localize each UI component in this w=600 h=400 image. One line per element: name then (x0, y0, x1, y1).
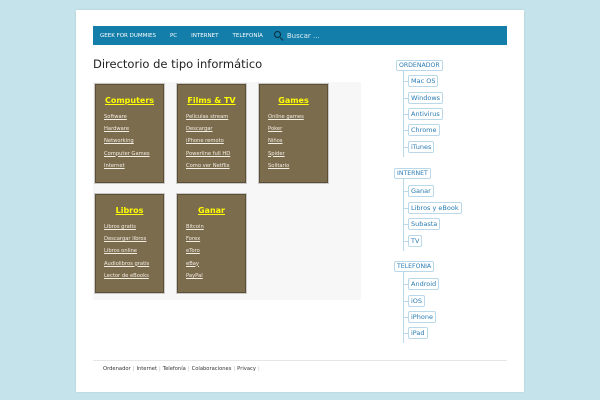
card-link[interactable]: Software (104, 114, 163, 126)
card-link[interactable]: Computer Games (104, 151, 163, 163)
card-link[interactable]: PayPal (186, 273, 245, 285)
card-link[interactable]: Networking (104, 138, 163, 150)
tree-category-telefonia[interactable]: TELEFONIA (394, 261, 435, 272)
tree-category-internet[interactable]: INTERNET (394, 168, 431, 179)
footer-separator: | (257, 366, 260, 372)
footer-link-internet[interactable]: Internet (134, 366, 159, 372)
directory-card-computers: Computers Software Hardware Networking C… (95, 84, 164, 183)
tree-item-ganar[interactable]: Ganar (408, 185, 434, 197)
nav-item-internet[interactable]: INTERNET (184, 33, 225, 39)
card-link[interactable]: Online games (268, 114, 327, 126)
tree-item-ios[interactable]: iOS (408, 295, 426, 307)
tree-item-antivirus[interactable]: Antivirus (408, 108, 443, 120)
tree-item-tv[interactable]: TV (408, 235, 423, 247)
card-link[interactable]: Libros online (104, 248, 163, 260)
directory-grid: Computers Software Hardware Networking C… (93, 82, 361, 300)
tree-item-mac-os[interactable]: Mac OS (408, 75, 439, 87)
card-link[interactable]: Películas stream (186, 114, 245, 126)
search-icon[interactable] (273, 31, 284, 42)
footer-link-privacy[interactable]: Privacy (235, 366, 258, 372)
nav-item-geek-for-dummies[interactable]: GEEK FOR DUMMIES (93, 33, 163, 39)
card-title-link[interactable]: Libros (96, 206, 163, 215)
tree-item-iphone[interactable]: iPhone (408, 311, 436, 323)
tree-item-ipad[interactable]: iPad (408, 327, 428, 339)
page-container: GEEK FOR DUMMIES PC INTERNET TELEFONÍA B… (76, 10, 524, 392)
card-title-link[interactable]: Ganar (178, 206, 245, 215)
tree-item-subasta[interactable]: Subasta (408, 218, 441, 230)
tree-item-libros-ebook[interactable]: Libros y eBook (408, 202, 462, 214)
directory-card-ganar: Ganar Bitcoin Forex eToro eBay PayPal (177, 194, 246, 293)
card-link[interactable]: Bitcoin (186, 224, 245, 236)
card-link[interactable]: Poker (268, 126, 327, 138)
card-link[interactable]: Solitario (268, 163, 327, 175)
card-link[interactable]: Niños (268, 138, 327, 150)
card-link[interactable]: Lector de eBooks (104, 273, 163, 285)
card-link[interactable]: Internet (104, 163, 163, 175)
card-link[interactable]: Spider (268, 151, 327, 163)
card-link[interactable]: Descargar libros (104, 236, 163, 248)
nav-item-telefonia[interactable]: TELEFONÍA (226, 33, 270, 39)
card-title-link[interactable]: Films & TV (178, 96, 245, 105)
directory-card-libros: Libros Libros gratis Descargar libros Li… (95, 194, 164, 293)
card-title-link[interactable]: Computers (96, 96, 163, 105)
card-link[interactable]: Hardware (104, 126, 163, 138)
footer-link-colaboraciones[interactable]: Colaboraciones (190, 366, 234, 372)
card-link[interactable]: Forex (186, 236, 245, 248)
footer-link-ordenador[interactable]: Ordenador (101, 366, 133, 372)
card-link[interactable]: Powerline full HD (186, 151, 245, 163)
card-link[interactable]: Descargar (186, 126, 245, 138)
search-input[interactable]: Buscar ... (287, 32, 320, 40)
card-link[interactable]: eToro (186, 248, 245, 260)
tree-item-windows[interactable]: Windows (408, 92, 444, 104)
card-link[interactable]: Audiolibros gratis (104, 261, 163, 273)
card-link[interactable]: Como ver Netflix (186, 163, 245, 175)
tree-item-itunes[interactable]: iTunes (408, 141, 435, 153)
card-link[interactable]: Libros gratis (104, 224, 163, 236)
tree-item-android[interactable]: Android (408, 278, 440, 290)
footer-divider (93, 360, 507, 361)
tree-item-chrome[interactable]: Chrome (408, 124, 440, 136)
search-box[interactable]: Buscar ... (273, 31, 320, 42)
card-link[interactable]: iPhone remoto (186, 138, 245, 150)
nav-item-pc[interactable]: PC (163, 33, 184, 39)
directory-card-games: Games Online games Poker Niños Spider So… (259, 84, 328, 183)
card-title-link[interactable]: Games (260, 96, 327, 105)
footer-link-telefonia[interactable]: Telefonía (161, 366, 188, 372)
page-title: Directorio de tipo informático (93, 57, 263, 71)
directory-card-films-tv: Films & TV Películas stream Descargar iP… (177, 84, 246, 183)
card-link[interactable]: eBay (186, 261, 245, 273)
top-navigation: GEEK FOR DUMMIES PC INTERNET TELEFONÍA B… (93, 26, 507, 45)
footer-links: Ordenador | Internet | Telefonía | Colab… (101, 366, 260, 372)
